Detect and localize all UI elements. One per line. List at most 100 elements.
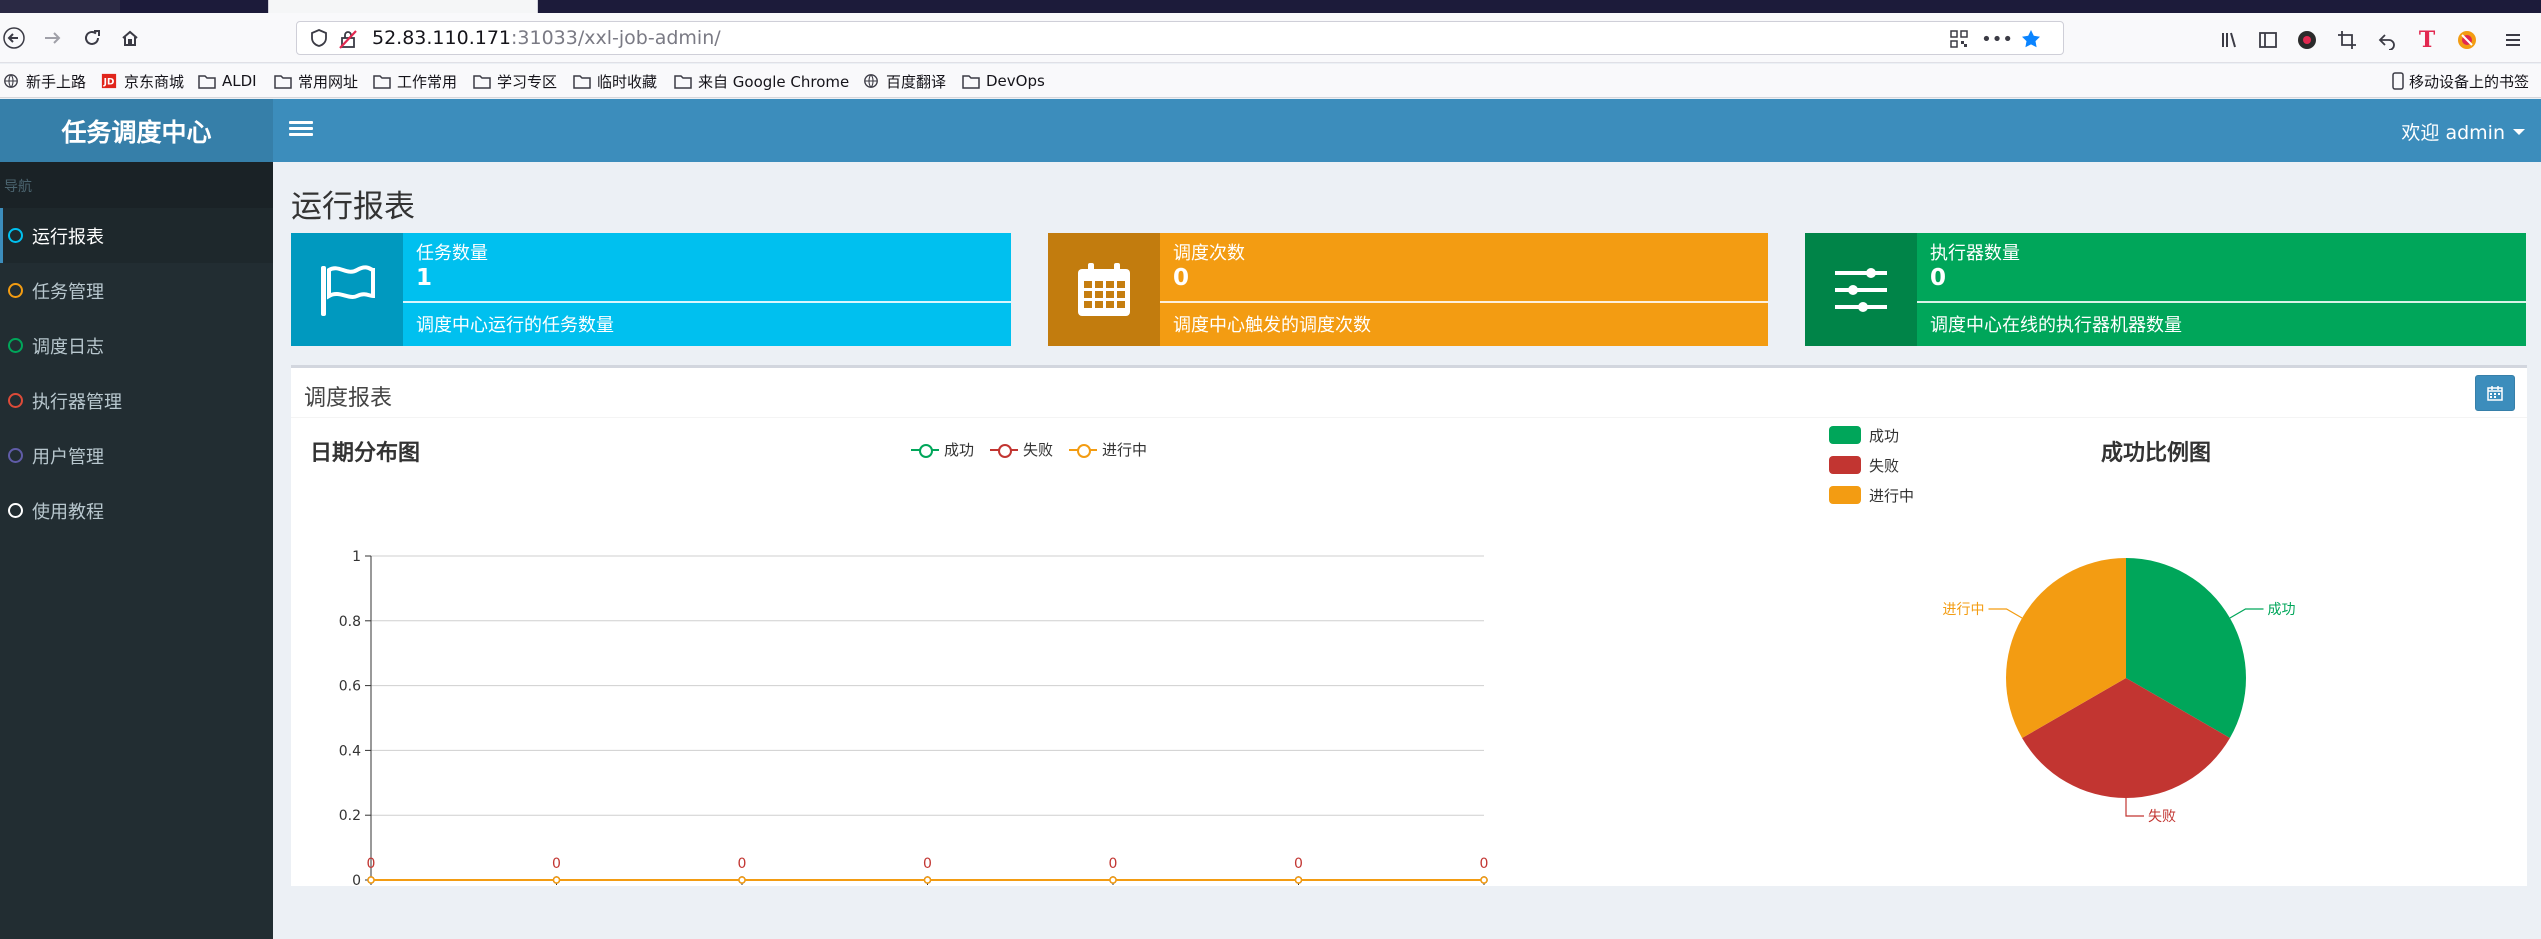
jd-icon: JD <box>101 73 117 89</box>
data-label: 0 <box>1294 856 1303 872</box>
calendar-icon <box>2487 386 2503 401</box>
page-title: 运行报表 <box>291 189 415 225</box>
caret-down-icon <box>2513 128 2525 135</box>
qr-code-icon[interactable] <box>1947 28 1971 50</box>
legend-item[interactable]: 失败 <box>1829 450 1914 480</box>
pie-label-line <box>2229 608 2264 619</box>
bookmark-item[interactable]: 常用网址 <box>274 70 358 92</box>
url-path: :31033/xxl-job-admin/ <box>511 27 721 49</box>
bookmark-item[interactable]: 百度翻译 <box>862 70 946 92</box>
circle-icon <box>8 283 23 298</box>
bookmark-item[interactable]: JD 京东商城 <box>100 70 184 92</box>
data-point <box>738 876 746 884</box>
folder-icon <box>198 75 216 89</box>
infobox-title: 任务数量 <box>416 243 488 264</box>
content-area: 运行报表 任务数量 1 调度中心运行的任务数量 调度次数 0 调度中心触发的调度… <box>273 162 2541 939</box>
report-box-header: 调度报表 <box>291 368 2527 418</box>
more-dots-icon[interactable]: ••• <box>1981 28 2013 50</box>
y-tick-label: 0.6 <box>339 679 361 695</box>
sidebar-item-users[interactable]: 用户管理 <box>0 428 273 483</box>
user-greeting: 欢迎 admin <box>2401 122 2505 144</box>
folder-icon <box>274 75 292 89</box>
data-label: 0 <box>552 856 561 872</box>
sidebar-header: 导航 <box>0 162 273 208</box>
infobox-desc: 调度中心在线的执行器机器数量 <box>1930 315 2182 336</box>
calendar-icon <box>1048 233 1160 346</box>
sidebar-item-help[interactable]: 使用教程 <box>0 483 273 538</box>
bookmark-star-icon[interactable] <box>2019 28 2043 50</box>
date-range-button[interactable] <box>2475 375 2515 411</box>
insecure-lock-icon[interactable] <box>337 28 359 50</box>
app-logo[interactable]: 任务调度中心 <box>0 99 273 162</box>
pie-label: 成功 <box>2268 602 2296 618</box>
circle-icon <box>8 448 23 463</box>
app-header: 欢迎 admin <box>273 99 2541 162</box>
infobox-job-count: 任务数量 1 调度中心运行的任务数量 <box>291 233 1011 346</box>
svg-text:JD: JD <box>103 78 115 88</box>
folder-icon <box>674 75 692 89</box>
address-bar[interactable]: 52.83.110.171:31033/xxl-job-admin/ ••• <box>296 21 2064 55</box>
sidebar-toggle-button[interactable] <box>289 118 313 142</box>
bookmark-item[interactable]: 来自 Google Chrome <box>674 70 849 92</box>
bookmark-item[interactable]: 工作常用 <box>373 70 457 92</box>
shield-icon[interactable] <box>309 28 329 48</box>
data-point <box>1109 876 1117 884</box>
line-chart: 00.20.40.60.812020-10-032020-10-042020-1… <box>339 549 1489 888</box>
back-icon[interactable] <box>0 24 28 52</box>
sidebar-item-report[interactable]: 运行报表 <box>0 208 273 263</box>
globe-icon <box>864 74 878 88</box>
bookmarks-toolbar: 新手上路 JD 京东商城 ALDI 常用网址 工作常用 学习专区 临时收藏 来自… <box>0 64 2541 98</box>
pie-label-line <box>1988 608 2023 619</box>
bookmark-item[interactable]: 学习专区 <box>473 70 557 92</box>
infobox-progress <box>1917 301 2526 303</box>
bookmark-item[interactable]: DevOps <box>962 70 1045 92</box>
legend-swatch <box>1829 426 1861 444</box>
data-label: 0 <box>1480 856 1489 872</box>
pie-chart: 成功失败 进行中 <box>1942 558 2296 825</box>
sidebar-toggle-icon[interactable] <box>2255 27 2281 53</box>
crop-icon[interactable] <box>2334 27 2360 53</box>
report-box: 调度报表 日期分布图 成功 失败 进行中 00.20.40.60.812020-… <box>291 365 2527 888</box>
data-point <box>367 876 375 884</box>
adblock-icon[interactable] <box>2454 27 2480 53</box>
menu-hamburger-icon[interactable] <box>2500 27 2526 53</box>
home-icon[interactable] <box>116 24 144 52</box>
bookmark-item[interactable]: 新手上路 <box>2 70 86 92</box>
sidebar-item-jobs[interactable]: 任务管理 <box>0 263 273 318</box>
infobox-trigger-count: 调度次数 0 调度中心触发的调度次数 <box>1048 233 1768 346</box>
infobox-progress <box>1160 301 1768 303</box>
url-text[interactable]: 52.83.110.171:31033/xxl-job-admin/ <box>372 27 721 49</box>
legend-item[interactable]: 成功 <box>1829 420 1914 450</box>
mobile-phone-icon <box>2392 72 2404 90</box>
data-label: 0 <box>738 856 747 872</box>
url-host: 52.83.110.171 <box>372 27 512 49</box>
browser-tab-strip <box>0 0 2541 13</box>
sidebar-item-executors[interactable]: 执行器管理 <box>0 373 273 428</box>
circle-icon <box>8 503 23 518</box>
data-point <box>1480 876 1488 884</box>
mobile-bookmarks[interactable]: 移动设备上的书签 <box>2392 70 2529 92</box>
extension-dark-icon[interactable] <box>2294 27 2320 53</box>
undo-arrow-icon[interactable] <box>2374 27 2400 53</box>
data-point <box>923 876 932 884</box>
bookmark-item[interactable]: 临时收藏 <box>573 70 657 92</box>
infobox-value: 1 <box>416 265 433 291</box>
bookmark-item[interactable]: ALDI <box>198 70 257 92</box>
infobox-progress <box>403 301 1011 303</box>
sidebar-item-logs[interactable]: 调度日志 <box>0 318 273 373</box>
library-icon[interactable] <box>2217 27 2243 53</box>
browser-navbar: 52.83.110.171:31033/xxl-job-admin/ ••• T <box>0 13 2541 63</box>
forward-icon[interactable] <box>38 24 66 52</box>
infobox-value: 0 <box>1930 265 1947 291</box>
browser-tab-inactive[interactable] <box>0 0 120 13</box>
y-tick-label: 0 <box>352 873 361 888</box>
pie-label: 失败 <box>2148 809 2176 825</box>
report-box-title: 调度报表 <box>304 386 393 411</box>
infobox-executor-count: 执行器数量 0 调度中心在线的执行器机器数量 <box>1805 233 2526 346</box>
translate-t-icon[interactable]: T <box>2414 27 2440 53</box>
reload-icon[interactable] <box>78 24 106 52</box>
browser-tab-active[interactable] <box>268 0 538 13</box>
y-tick-label: 0.8 <box>339 614 361 630</box>
user-menu[interactable]: 欢迎 admin <box>2401 118 2525 145</box>
infobox-value: 0 <box>1173 265 1190 291</box>
